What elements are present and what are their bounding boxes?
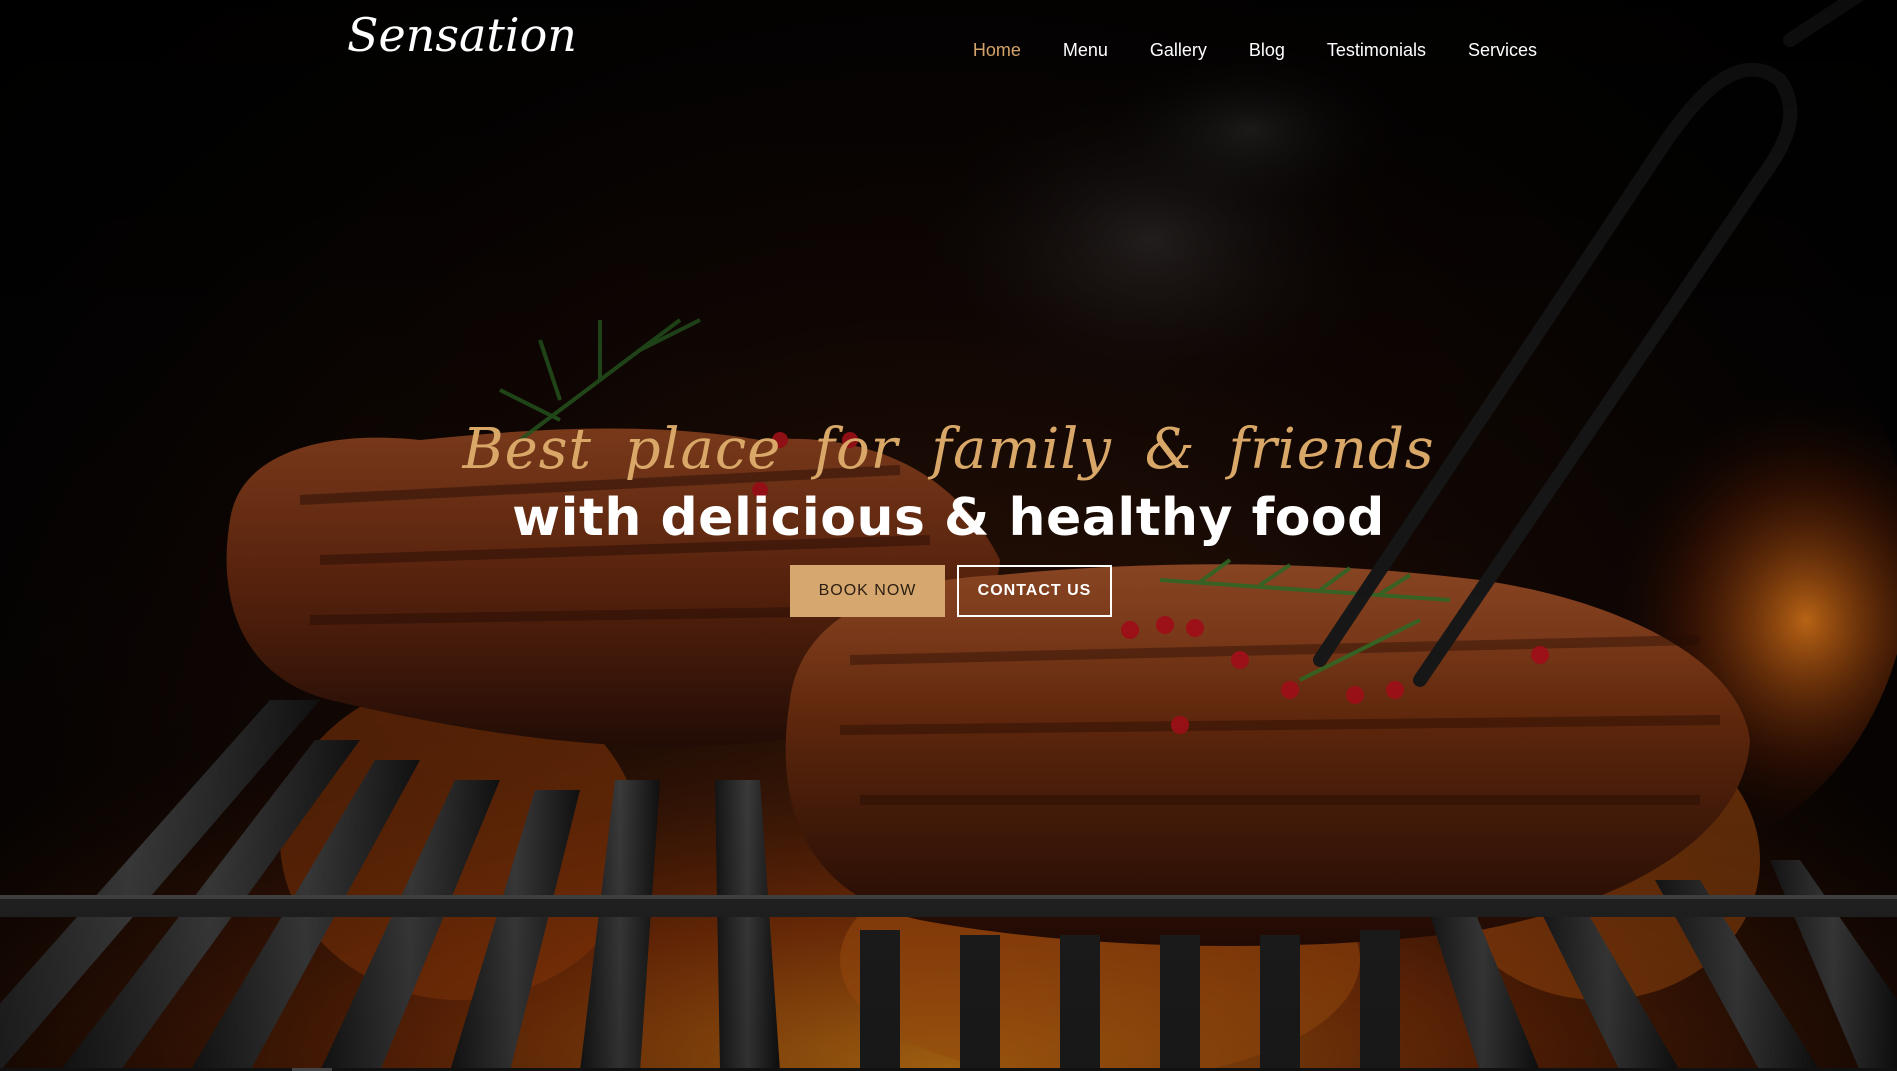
hero-tagline: Best place for family & friends <box>462 417 1435 482</box>
nav-item-menu[interactable]: Menu <box>1042 36 1129 65</box>
nav-item-home[interactable]: Home <box>952 36 1042 65</box>
site-header: Sensation Home Menu Gallery Blog Testimo… <box>0 0 1897 100</box>
nav-item-testimonials[interactable]: Testimonials <box>1306 36 1447 65</box>
hero-content: Best place for family & friends with del… <box>0 415 1897 617</box>
nav-item-gallery[interactable]: Gallery <box>1129 36 1228 65</box>
nav-item-blog[interactable]: Blog <box>1228 36 1306 65</box>
hero-buttons: BOOK NOW CONTACT US <box>0 565 1897 617</box>
nav-item-services[interactable]: Services <box>1447 36 1537 65</box>
hero-headline: with delicious & healthy food <box>512 488 1385 548</box>
site-logo[interactable]: Sensation <box>347 8 577 62</box>
contact-us-button[interactable]: CONTACT US <box>957 565 1112 617</box>
main-nav: Home Menu Gallery Blog Testimonials Serv… <box>952 36 1537 65</box>
hero-section: Sensation Home Menu Gallery Blog Testimo… <box>0 0 1897 1071</box>
book-now-button[interactable]: BOOK NOW <box>790 565 945 617</box>
